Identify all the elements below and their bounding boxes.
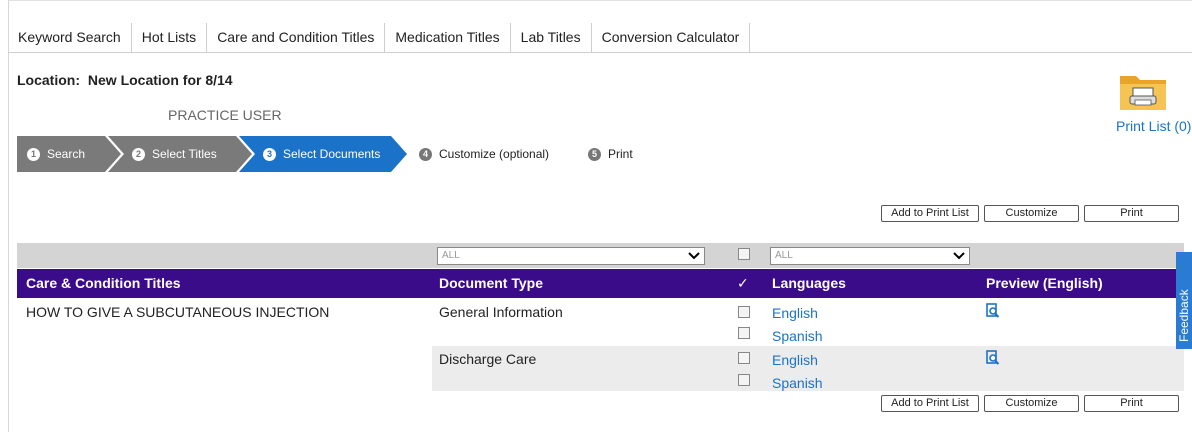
- bottom-button-row: Add to Print List Customize Print: [881, 395, 1179, 412]
- chevron-down-icon: [953, 252, 965, 260]
- nav-tabs: Keyword Search Hot Lists Care and Condit…: [8, 23, 1192, 53]
- step-select-documents[interactable]: 3 Select Documents: [239, 136, 407, 172]
- header-document-type: Document Type: [439, 275, 543, 291]
- language-select-value: ALL: [775, 250, 793, 261]
- print-list-link[interactable]: Print List (0): [1116, 118, 1191, 134]
- tab-medication-titles[interactable]: Medication Titles: [385, 23, 511, 52]
- location-label: Location:: [17, 72, 80, 88]
- language-link[interactable]: Spanish: [772, 375, 823, 391]
- tab-hot-lists[interactable]: Hot Lists: [132, 23, 208, 52]
- header-check: ✓: [737, 275, 749, 291]
- location: Location: New Location for 8/14: [17, 72, 233, 88]
- language-checkbox[interactable]: [738, 306, 750, 318]
- folder-printer-icon[interactable]: [1118, 68, 1168, 112]
- step-select-titles[interactable]: 2 Select Titles: [108, 136, 252, 172]
- feedback-tab[interactable]: Feedback: [1176, 252, 1192, 349]
- feedback-label: Feedback: [1177, 289, 1191, 342]
- user-name: PRACTICE USER: [168, 107, 282, 123]
- chevron-down-icon: [688, 252, 700, 260]
- document-type-cell: General Information: [439, 304, 563, 320]
- step-label: Select Titles: [152, 147, 217, 161]
- print-list[interactable]: Print List (0): [1106, 66, 1192, 146]
- step-label: Customize (optional): [439, 147, 550, 161]
- step-print[interactable]: 5 Print: [569, 136, 649, 172]
- step-number: 5: [588, 147, 601, 161]
- language-link[interactable]: English: [772, 352, 818, 368]
- step-label: Search: [47, 147, 86, 161]
- add-to-print-list-button[interactable]: Add to Print List: [881, 395, 979, 412]
- top-button-row: Add to Print List Customize Print: [881, 205, 1179, 222]
- language-checkbox[interactable]: [738, 374, 750, 386]
- location-value: New Location for 8/14: [87, 72, 233, 88]
- step-number: 1: [27, 147, 40, 161]
- document-type-select[interactable]: ALL: [437, 247, 705, 265]
- customize-button[interactable]: Customize: [984, 205, 1079, 222]
- tab-care-condition-titles[interactable]: Care and Condition Titles: [207, 23, 386, 52]
- language-link[interactable]: English: [772, 305, 818, 321]
- step-number: 4: [419, 147, 432, 161]
- step-search[interactable]: 1 Search: [17, 136, 121, 172]
- step-label: Select Documents: [283, 147, 381, 161]
- language-select[interactable]: ALL: [770, 247, 970, 265]
- tab-lab-titles[interactable]: Lab Titles: [511, 23, 592, 52]
- title-cell: HOW TO GIVE A SUBCUTANEOUS INJECTION: [26, 304, 330, 320]
- print-button[interactable]: Print: [1084, 205, 1179, 222]
- select-all-checkbox[interactable]: [738, 248, 750, 260]
- table-header: Care & Condition Titles Document Type ✓ …: [17, 269, 1184, 298]
- progress-steps: 1 Search 2 Select Titles 3 Select Documents…: [17, 136, 657, 172]
- customize-button[interactable]: Customize: [984, 395, 1079, 412]
- step-number: 3: [263, 147, 276, 161]
- header-languages: Languages: [772, 275, 846, 291]
- step-label: Print: [608, 147, 633, 161]
- language-checkbox[interactable]: [738, 352, 750, 364]
- header-titles: Care & Condition Titles: [26, 275, 181, 291]
- tab-conversion-calculator[interactable]: Conversion Calculator: [592, 23, 751, 52]
- step-number: 2: [132, 147, 145, 161]
- tab-keyword-search[interactable]: Keyword Search: [8, 23, 132, 52]
- document-type-cell: Discharge Care: [439, 351, 537, 367]
- filter-row: ALL ALL: [17, 243, 1184, 268]
- language-checkbox[interactable]: [738, 327, 750, 339]
- print-button[interactable]: Print: [1084, 395, 1179, 412]
- header-preview: Preview (English): [986, 275, 1103, 291]
- language-link[interactable]: Spanish: [772, 328, 823, 344]
- document-type-select-value: ALL: [442, 250, 460, 261]
- add-to-print-list-button[interactable]: Add to Print List: [881, 205, 979, 222]
- step-customize[interactable]: 4 Customize (optional): [410, 136, 570, 172]
- preview-magnifier-icon[interactable]: [986, 303, 1000, 319]
- preview-magnifier-icon[interactable]: [986, 350, 1000, 366]
